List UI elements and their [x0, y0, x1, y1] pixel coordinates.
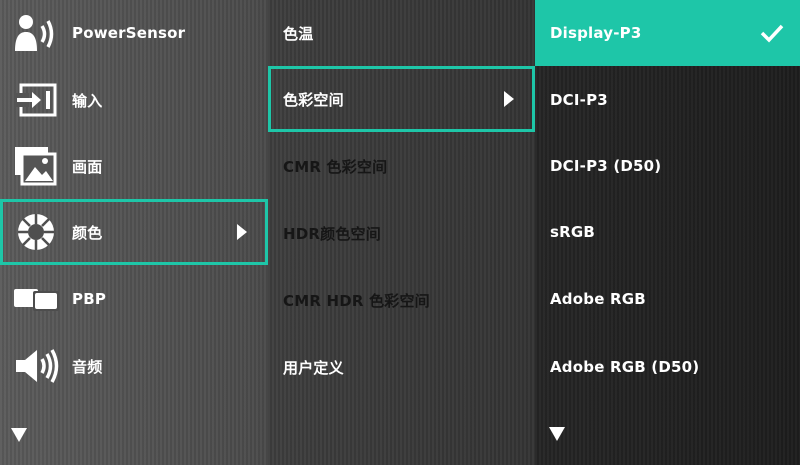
- submenu-item-cmr-hdr-color-space: CMR HDR 色彩空间: [268, 267, 535, 333]
- color-space-options: Display-P3 DCI-P3 DCI-P3 (D50) sRGB Adob…: [535, 0, 800, 465]
- submenu-item-user-defined[interactable]: 用户定义: [268, 334, 535, 400]
- menu-item-pbp[interactable]: PBP: [0, 266, 268, 332]
- submenu-item-label: CMR 色彩空间: [283, 157, 388, 176]
- color-submenu: 色温 色彩空间 CMR 色彩空间 HDR颜色空间 CMR HDR 色彩空间 用户…: [268, 0, 535, 465]
- option-adobe-rgb-d50[interactable]: Adobe RGB (D50): [535, 334, 800, 400]
- submenu-item-label: HDR颜色空间: [283, 224, 381, 243]
- menu-item-input[interactable]: 输入: [0, 67, 268, 133]
- menu-item-label: 音频: [72, 357, 103, 376]
- checkmark-icon: [760, 23, 784, 47]
- main-menu: PowerSensor 输入 画面 颜色 PBP 音频: [0, 0, 268, 465]
- menu-item-label: PBP: [72, 290, 107, 308]
- option-display-p3[interactable]: Display-P3: [535, 0, 800, 66]
- scroll-down-arrow-icon[interactable]: [11, 428, 27, 442]
- option-label: sRGB: [550, 223, 596, 241]
- menu-item-label: 颜色: [72, 223, 103, 242]
- option-label: Adobe RGB (D50): [550, 358, 700, 376]
- picture-icon: [13, 146, 59, 186]
- option-dci-p3[interactable]: DCI-P3: [535, 67, 800, 133]
- menu-item-color[interactable]: 颜色: [0, 199, 268, 265]
- submenu-arrow-icon: [237, 224, 247, 240]
- submenu-item-color-space[interactable]: 色彩空间: [268, 66, 535, 132]
- audio-icon: [13, 346, 59, 386]
- option-adobe-rgb[interactable]: Adobe RGB: [535, 266, 800, 332]
- submenu-item-label: 用户定义: [283, 358, 344, 377]
- menu-item-audio[interactable]: 音频: [0, 333, 268, 399]
- submenu-item-hdr-color-space: HDR颜色空间: [268, 200, 535, 266]
- menu-item-powersensor[interactable]: PowerSensor: [0, 0, 268, 66]
- color-icon: [13, 212, 59, 252]
- menu-item-label: PowerSensor: [72, 24, 186, 42]
- option-dci-p3-d50[interactable]: DCI-P3 (D50): [535, 133, 800, 199]
- option-label: DCI-P3: [550, 91, 608, 109]
- option-srgb[interactable]: sRGB: [535, 199, 800, 265]
- submenu-item-label: 色彩空间: [283, 90, 344, 109]
- powersensor-icon: [13, 13, 59, 53]
- option-label: Display-P3: [550, 24, 642, 42]
- menu-item-label: 画面: [72, 157, 103, 176]
- monitor-osd-menu: PowerSensor 输入 画面 颜色 PBP 音频 色温 色彩空间 CMR …: [0, 0, 800, 465]
- submenu-item-label: 色温: [283, 24, 314, 43]
- pbp-icon: [13, 279, 59, 319]
- submenu-arrow-icon: [504, 91, 514, 107]
- menu-item-label: 输入: [72, 91, 103, 110]
- submenu-item-cmr-color-space: CMR 色彩空间: [268, 133, 535, 199]
- option-label: DCI-P3 (D50): [550, 157, 662, 175]
- option-label: Adobe RGB: [550, 290, 646, 308]
- scroll-down-arrow-icon[interactable]: [549, 427, 565, 441]
- input-icon: [13, 80, 59, 120]
- menu-item-picture[interactable]: 画面: [0, 133, 268, 199]
- submenu-item-label: CMR HDR 色彩空间: [283, 291, 430, 310]
- submenu-item-color-temperature[interactable]: 色温: [268, 0, 535, 66]
